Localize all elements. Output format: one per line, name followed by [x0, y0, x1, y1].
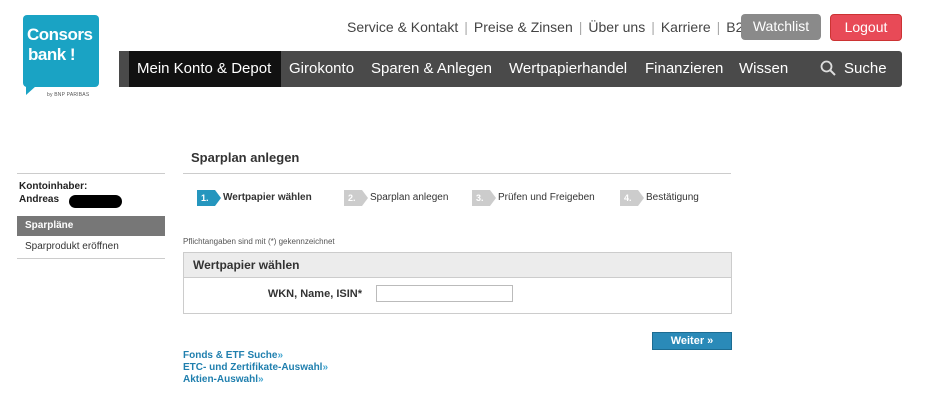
panel-title: Wertpapier wählen	[193, 258, 300, 272]
consorsbank-logo[interactable]: Consors bank !	[23, 15, 99, 87]
nav-item-girokonto[interactable]: Girokonto	[289, 51, 354, 87]
account-owner-name: Andreas	[19, 194, 60, 205]
top-link-preise[interactable]: Preise & Zinsen	[474, 19, 573, 35]
link-label: Fonds & ETF Suche	[183, 350, 278, 361]
separator: |	[716, 19, 721, 35]
panel-header: Wertpapier wählen	[184, 253, 731, 278]
double-chevron-right-icon: »	[258, 374, 264, 385]
title-divider	[183, 173, 731, 174]
separator: |	[651, 19, 655, 35]
logo-tail	[26, 86, 36, 95]
top-link-ueber-uns[interactable]: Über uns	[588, 19, 645, 35]
step-number: 4.	[620, 190, 644, 206]
separator: |	[464, 19, 468, 35]
link-etc-zertifikate[interactable]: ETC- und Zertifikate-Auswahl»	[183, 362, 328, 373]
step-label: Wertpapier wählen	[223, 192, 312, 203]
logo-text-line1: Consors	[27, 25, 93, 44]
link-aktien[interactable]: Aktien-Auswahl»	[183, 374, 264, 385]
security-search-label: WKN, Name, ISIN*	[267, 288, 362, 300]
next-button[interactable]: Weiter »	[652, 332, 732, 350]
top-links: Service & Kontakt | Preise & Zinsen | Über u…	[347, 19, 753, 35]
sidebar-divider	[17, 258, 165, 259]
step-number: 3.	[472, 190, 496, 206]
sidebar-item-sparplaene[interactable]: Sparpläne	[17, 216, 165, 236]
sidebar-item-sparprodukt[interactable]: Sparprodukt eröffnen	[25, 241, 119, 252]
step-label: Bestätigung	[646, 192, 699, 203]
step-label: Prüfen und Freigeben	[498, 192, 595, 203]
search-icon[interactable]	[820, 60, 836, 76]
separator: |	[578, 19, 583, 35]
logout-button[interactable]: Logout	[830, 14, 902, 41]
logo-text-line2: bank !	[28, 45, 76, 64]
nav-item-finanzieren[interactable]: Finanzieren	[645, 51, 723, 87]
logo-subline: by BNP PARIBAS	[47, 92, 90, 98]
main-navigation: Mein Konto & Depot Girokonto Sparen & An…	[119, 51, 902, 87]
sidebar-item-label: Sparpläne	[25, 220, 74, 231]
sidebar-divider	[17, 173, 165, 174]
nav-item-sparen[interactable]: Sparen & Anlegen	[371, 51, 492, 87]
account-owner-label: Kontoinhaber:	[19, 181, 88, 192]
nav-item-wissen[interactable]: Wissen	[739, 51, 788, 87]
required-fields-hint: Pflichtangaben sind mit (*) gekennzeichn…	[183, 237, 335, 246]
double-chevron-right-icon: »	[322, 362, 329, 373]
link-fonds-etf[interactable]: Fonds & ETF Suche»	[183, 350, 283, 361]
step-number: 2.	[344, 190, 368, 206]
page-title: Sparplan anlegen	[191, 150, 300, 165]
next-button-label: Weiter	[670, 335, 705, 347]
nav-item-mein-konto[interactable]: Mein Konto & Depot	[129, 51, 281, 87]
top-link-service[interactable]: Service & Kontakt	[347, 19, 458, 35]
double-chevron-right-icon: »	[277, 350, 284, 361]
watchlist-button[interactable]: Watchlist	[741, 14, 821, 40]
step-label: Sparplan anlegen	[370, 192, 449, 203]
redaction-mark	[69, 195, 122, 208]
double-chevron-right-icon: »	[707, 335, 714, 347]
top-link-karriere[interactable]: Karriere	[661, 19, 711, 35]
nav-search-label[interactable]: Suche	[844, 51, 887, 87]
nav-item-wertpapierhandel[interactable]: Wertpapierhandel	[509, 51, 627, 87]
link-label: ETC- und Zertifikate-Auswahl	[183, 362, 323, 373]
link-label: Aktien-Auswahl	[183, 374, 259, 385]
step-number: 1.	[197, 190, 221, 206]
security-search-input[interactable]	[376, 285, 513, 302]
security-select-panel: Wertpapier wählen WKN, Name, ISIN*	[183, 252, 732, 314]
